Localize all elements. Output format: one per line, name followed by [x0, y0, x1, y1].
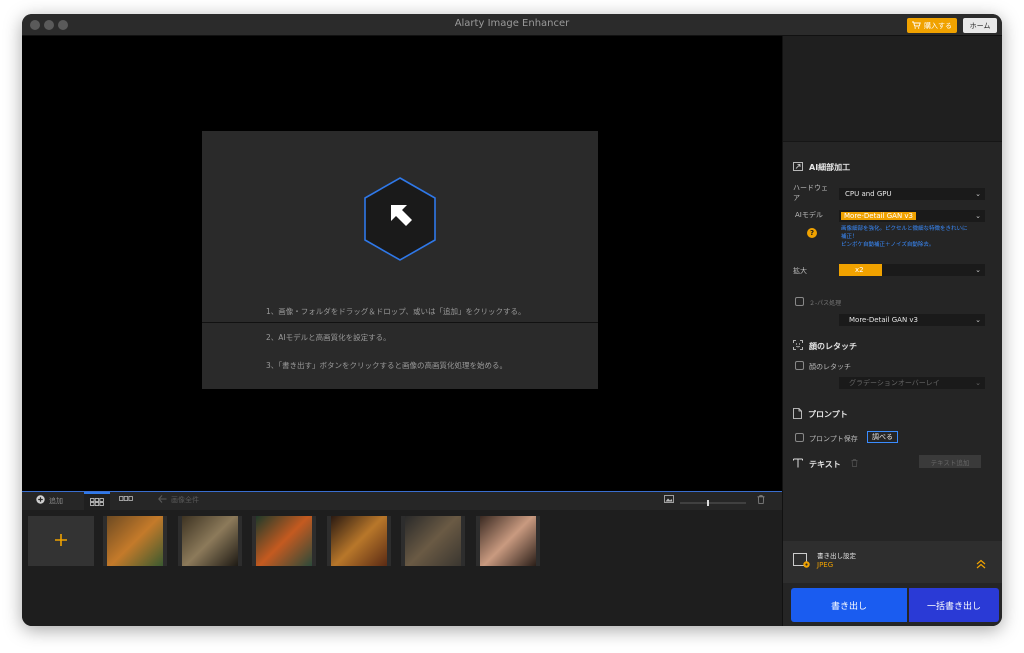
- clear-all-label: 画像全件: [171, 496, 199, 504]
- prompt-section-header: プロンプト: [793, 408, 848, 421]
- thumbnail-image: [330, 516, 387, 566]
- strip-view-button[interactable]: [119, 495, 133, 505]
- scale-label: 拡大: [793, 267, 807, 275]
- face-retouch-label: 顔のレタッチ: [809, 363, 851, 371]
- instruction-step-3: 3、「書き出す」ボタンをクリックすると画像の高画質化処理を始める。: [266, 361, 508, 370]
- prompt-save-checkbox[interactable]: [795, 433, 804, 442]
- face-style-value: グラデーションオーバーレイ: [849, 379, 940, 387]
- thumbnail-image: [181, 516, 238, 566]
- drop-divider: [202, 322, 598, 323]
- thumbnail-butterfly[interactable]: [177, 516, 242, 566]
- text-add-button[interactable]: テキスト追加: [919, 455, 981, 468]
- instruction-step-2: 2、AIモデルと高画質化を設定する。: [266, 333, 391, 342]
- thumbnail-tiger[interactable]: [103, 516, 167, 566]
- two-pass-value: More-Detail GAN v3: [849, 316, 918, 324]
- face-section-header: 顔のレタッチ: [793, 340, 857, 352]
- thumbnail-strip: [22, 510, 782, 626]
- thumbnail-burger[interactable]: [326, 516, 391, 566]
- hardware-value: CPU and GPU: [845, 190, 892, 198]
- face-style-select[interactable]: グラデーションオーバーレイ ⌄: [839, 377, 985, 389]
- thumbnail-dog[interactable]: [401, 516, 465, 566]
- enhance-icon: [793, 162, 803, 173]
- thumbnail-portrait[interactable]: [475, 516, 540, 566]
- two-pass-label: ２-パス処理: [809, 300, 842, 307]
- grid-view-button[interactable]: [84, 492, 110, 511]
- export-settings-label: 書き出し設定: [817, 552, 856, 560]
- model-label: AIモデル: [795, 211, 823, 219]
- thumbnail-size-slider[interactable]: [680, 500, 746, 506]
- chevron-down-icon: ⌄: [975, 266, 981, 274]
- thumbnail-image: [107, 516, 163, 566]
- image-canvas[interactable]: 1、画像・フォルダをドラッグ＆ドロップ、或いは「追加」をクリックする。 2、AI…: [22, 36, 782, 506]
- thumbnail-image: [256, 516, 312, 566]
- buy-label: 購入する: [924, 21, 952, 30]
- trash-icon[interactable]: [757, 495, 765, 504]
- trash-icon[interactable]: [851, 459, 858, 469]
- buy-button[interactable]: 購入する: [907, 18, 957, 33]
- model-select[interactable]: More-Detail GAN v3 ⌄: [839, 210, 985, 222]
- two-pass-select[interactable]: More-Detail GAN v3 ⌄: [839, 314, 985, 326]
- grid-view-icon: [90, 497, 104, 508]
- plus-circle-icon: [36, 495, 45, 506]
- home-button[interactable]: ホーム: [963, 18, 997, 33]
- back-arrow-icon: [158, 495, 167, 505]
- hardware-label: ハードウェア: [793, 184, 828, 202]
- thumbnail-image: [479, 516, 536, 566]
- add-image-tile[interactable]: [28, 516, 94, 566]
- face-scan-icon: [793, 340, 803, 352]
- face-retouch-checkbox[interactable]: [795, 361, 804, 370]
- export-settings-panel[interactable]: 書き出し設定 JPEG: [783, 541, 1002, 583]
- prompt-save-label: プロンプト保存: [809, 435, 858, 443]
- text-icon: [793, 458, 803, 470]
- export-settings-icon: [793, 553, 811, 573]
- ai-section-title: AI細部加工: [809, 163, 851, 172]
- chevron-down-icon: ⌄: [975, 190, 981, 198]
- two-pass-checkbox[interactable]: [795, 297, 804, 306]
- thumbnail-flowers[interactable]: [252, 516, 316, 566]
- plus-icon: [54, 532, 68, 551]
- clear-all-button[interactable]: 画像全件: [158, 495, 199, 505]
- drop-zone[interactable]: 1、画像・フォルダをドラッグ＆ドロップ、或いは「追加」をクリックする。 2、AI…: [202, 131, 598, 389]
- text-section-header: テキスト: [793, 458, 858, 470]
- model-description-1: 画像細部を強化。ピクセルと微細な特徴をきれいに: [841, 226, 968, 232]
- app-title: Alarty Image Enhancer: [454, 18, 570, 29]
- ai-section-header: AI細部加工: [793, 162, 850, 173]
- chevron-down-icon: ⌄: [975, 316, 981, 324]
- batch-export-button[interactable]: 一括書き出し: [909, 588, 999, 622]
- face-section-title: 顔のレタッチ: [809, 341, 857, 351]
- prompt-check-button[interactable]: 調べる: [867, 431, 898, 443]
- cart-icon: [912, 21, 921, 31]
- text-section-title: テキスト: [809, 459, 841, 469]
- upload-arrow-icon: [362, 176, 438, 262]
- instruction-step-1: 1、画像・フォルダをドラッグ＆ドロップ、或いは「追加」をクリックする。: [266, 307, 526, 316]
- add-label: 追加: [49, 496, 63, 505]
- title-bar: Alarty Image Enhancer 購入する ホーム: [22, 14, 1002, 36]
- export-button[interactable]: 書き出し: [791, 588, 907, 622]
- model-description-2: 補正！: [841, 234, 858, 240]
- preview-panel: [783, 36, 1002, 142]
- export-format-value: JPEG: [817, 561, 834, 569]
- model-value: More-Detail GAN v3: [841, 212, 916, 220]
- chevron-down-icon: ⌄: [975, 379, 981, 387]
- app-window: Alarty Image Enhancer 購入する ホーム 1、画像・フォルダ…: [22, 14, 1002, 626]
- thumbnail-image: [405, 516, 461, 566]
- chevron-down-icon: ⌄: [975, 212, 981, 220]
- add-button[interactable]: 追加: [36, 495, 63, 506]
- model-description-3: ピンボケ自動補正＋ノイズ自動除去。: [841, 242, 935, 248]
- expand-up-icon[interactable]: [976, 554, 986, 573]
- image-size-icon: [664, 495, 674, 503]
- help-icon[interactable]: ?: [807, 228, 817, 238]
- prompt-section-title: プロンプト: [808, 410, 848, 419]
- document-icon: [793, 408, 802, 421]
- scale-select[interactable]: x2 ⌄: [839, 264, 985, 276]
- strip-view-icon: [119, 495, 133, 505]
- file-toolbar: 追加 画像全件: [22, 491, 782, 511]
- hardware-select[interactable]: CPU and GPU ⌄: [839, 188, 985, 200]
- settings-sidebar: AI細部加工 ハードウェア CPU and GPU ⌄ AIモデル ? More…: [782, 36, 1002, 626]
- scale-value: x2: [855, 266, 864, 274]
